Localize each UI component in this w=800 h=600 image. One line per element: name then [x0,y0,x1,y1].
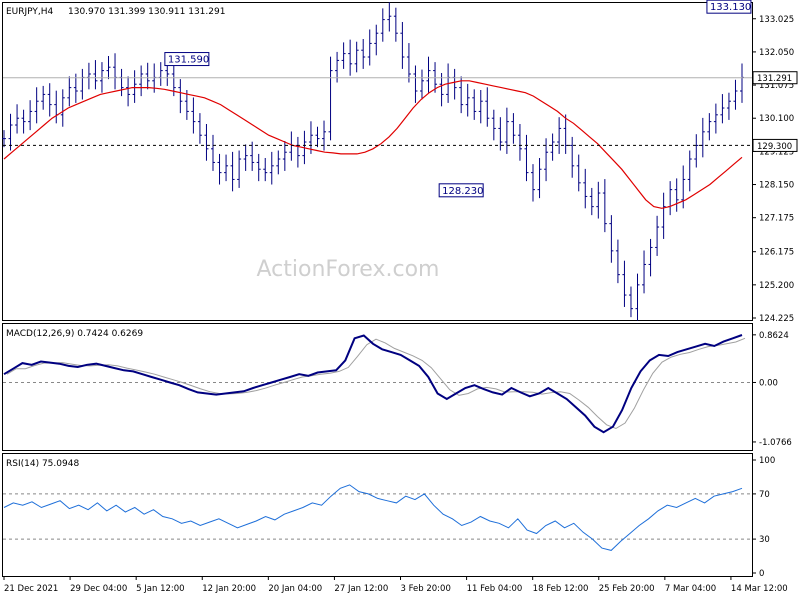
x-tick-label: 12 Jan 20:00 [202,584,256,594]
chart-title: EURJPY,H4 [6,7,54,17]
rsi-y-tick-label: 100 [759,456,775,466]
price-y-tick-label: 127.175 [759,214,794,224]
price-annotation-label: 128.230 [442,186,483,197]
chart-canvas: ActionForex.com EURJPY,H4 130.970 131.39… [2,0,798,594]
x-tick-label: 27 Jan 12:00 [334,584,388,594]
x-tick-label: 7 Mar 04:00 [665,584,716,594]
price-y-tick-label: 132.050 [759,48,794,58]
current-price-label: 131.291 [757,74,792,84]
rsi-y-tick-label: 30 [759,535,770,545]
rsi-title: RSI(14) 75.0948 [6,459,79,469]
price-annotation-label: 133.130 [710,2,751,13]
macd-panel-frame [2,323,753,451]
rsi-y-tick-label: 70 [759,490,770,500]
rsi-y-tick-label: 0 [759,569,764,579]
x-tick-label: 29 Dec 04:00 [70,584,127,594]
price-y-tick-label: 126.175 [759,248,794,258]
x-tick-label: 25 Feb 20:00 [599,584,655,594]
watermark: ActionForex.com [257,257,440,282]
x-tick-label: 20 Jan 04:00 [268,584,322,594]
price-y-tick-label: 125.200 [759,281,794,291]
rsi-panel-frame [2,453,753,577]
price-y-tick-label: 124.225 [759,314,794,324]
macd-y-tick-label: 0.00 [759,378,778,388]
x-tick-label: 14 Mar 12:00 [731,584,788,594]
price-y-tick-label: 128.150 [759,181,794,191]
x-tick-label: 21 Dec 2021 [4,584,58,594]
support-level-label: 129.300 [757,142,792,152]
x-tick-label: 18 Feb 12:00 [533,584,589,594]
price-y-tick-label: 133.025 [759,15,794,25]
x-tick-label: 5 Jan 12:00 [136,584,184,594]
ohlc-values: 130.970 131.399 130.911 131.291 [68,7,225,17]
macd-y-tick-label: 0.8624 [759,331,789,341]
price-annotation-label: 131.590 [168,55,209,66]
macd-title: MACD(12,26,9) 0.7424 0.6269 [6,329,143,339]
x-tick-label: 3 Feb 20:00 [401,584,451,594]
price-panel-title: EURJPY,H4 130.970 131.399 130.911 131.29… [6,7,225,17]
x-tick-label: 11 Feb 04:00 [467,584,523,594]
chart: ActionForex.com EURJPY,H4 130.970 131.39… [0,0,800,600]
price-y-tick-label: 130.100 [759,114,794,124]
macd-y-tick-label: -1.0766 [759,438,792,448]
